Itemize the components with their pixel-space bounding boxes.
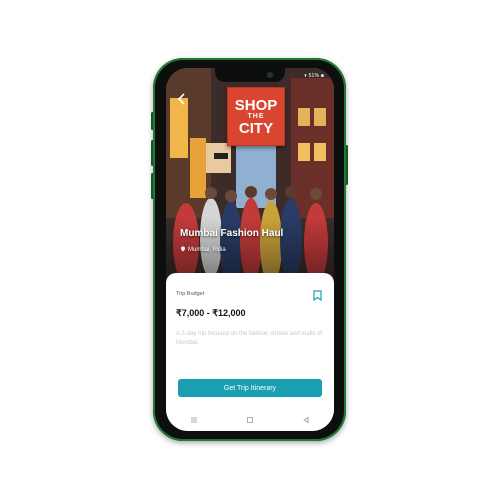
back-arrow-icon[interactable] xyxy=(176,92,188,105)
android-nav-bar xyxy=(166,413,334,427)
sign-text-shop: SHOP xyxy=(234,96,278,114)
trip-budget-label: Trip Budget xyxy=(176,291,205,297)
trip-details-card: Trip Budget ₹7,000 - ₹12,000 A 2-day tri… xyxy=(166,273,334,431)
camera-icon xyxy=(267,72,273,78)
back-triangle-icon[interactable] xyxy=(301,415,311,425)
phone-notch xyxy=(215,68,285,82)
trip-description: A 2-day trip focused on the fashion stre… xyxy=(176,331,323,346)
menu-icon[interactable] xyxy=(189,415,199,425)
trip-location: Mumbai, India xyxy=(180,246,226,254)
bookmark-icon[interactable] xyxy=(313,288,322,302)
hero-image: ▾ 51% ■ SHOP THE CITY Mumbai Fashion Hau… xyxy=(166,68,334,283)
status-bar-indicators: ▾ 51% ■ xyxy=(304,73,324,79)
get-trip-itinerary-button[interactable]: Get Trip Itinerary xyxy=(178,379,322,397)
shop-the-city-sign: SHOP THE CITY xyxy=(227,87,285,146)
phone-screen: ▾ 51% ■ SHOP THE CITY Mumbai Fashion Hau… xyxy=(166,68,334,431)
pin-icon xyxy=(180,246,186,254)
home-square-icon[interactable] xyxy=(245,415,255,425)
trip-title: Mumbai Fashion Haul xyxy=(180,228,284,239)
trip-location-text: Mumbai, India xyxy=(188,247,226,253)
trip-price-range: ₹7,000 - ₹12,000 xyxy=(176,308,246,318)
sign-text-city: CITY xyxy=(238,119,274,137)
